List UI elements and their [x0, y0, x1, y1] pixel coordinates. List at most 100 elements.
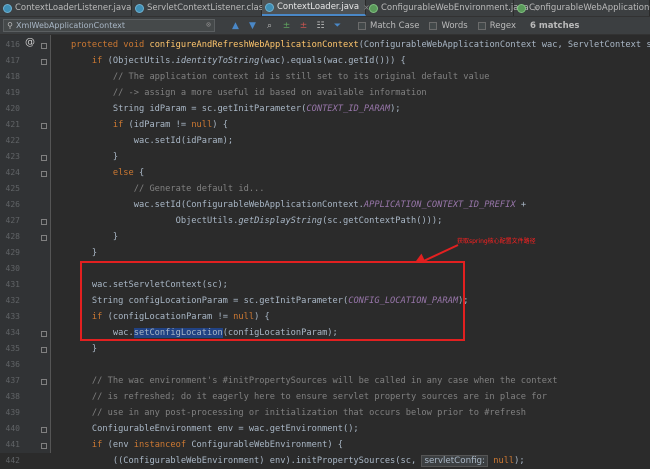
- match-count: 6 matches: [530, 20, 580, 31]
- words-option[interactable]: Words: [429, 20, 468, 31]
- fold-marker-icon[interactable]: [41, 43, 47, 49]
- class-icon: [265, 2, 274, 12]
- fold-marker-icon[interactable]: [41, 219, 47, 225]
- search-icon[interactable]: ⚲: [4, 21, 16, 30]
- line-number: 438: [5, 392, 20, 401]
- code-line-418: // The application context id is still s…: [71, 72, 490, 82]
- regex-option[interactable]: Regex: [477, 20, 516, 31]
- code-line-417: if (ObjectUtils.identityToString(wac).eq…: [71, 53, 406, 69]
- code-token: ObjectUtils.: [71, 216, 239, 226]
- fold-marker-icon[interactable]: [41, 379, 47, 385]
- tab-label: ContextLoader.java: [277, 2, 360, 12]
- previous-occurrence-icon[interactable]: ▲: [229, 19, 242, 32]
- code-token: );: [390, 104, 401, 114]
- code-token: (sc.getContextPath()));: [322, 216, 443, 226]
- line-gutter: 416 417 418 419 420 421 422 423 424 425 …: [0, 35, 50, 465]
- line-number: 433: [5, 312, 20, 321]
- tab-configurable-web-application-context[interactable]: ConfigurableWebApplicationCon: [514, 0, 650, 16]
- code-line-435: }: [71, 344, 98, 354]
- code-line-423: }: [71, 152, 119, 162]
- code-token: (env: [107, 440, 134, 450]
- line-number: 423: [5, 152, 20, 161]
- line-number: 430: [5, 264, 20, 273]
- select-all-occurrences-icon[interactable]: ☷: [314, 19, 327, 32]
- code-token: if: [71, 120, 129, 130]
- tab-context-loader-listener[interactable]: ContextLoaderListener.java ×: [0, 0, 142, 16]
- words-checkbox[interactable]: [429, 21, 438, 30]
- interface-icon: [517, 3, 526, 13]
- code-line-442: ((ConfigurableWebEnvironment) env).initP…: [71, 453, 525, 469]
- fold-marker-icon[interactable]: [41, 155, 47, 161]
- fold-marker-icon[interactable]: [41, 171, 47, 177]
- match-case-checkbox[interactable]: [358, 21, 366, 30]
- code-line-438: // is refreshed; do it eagerly here to e…: [71, 392, 547, 402]
- annotation-highlight-box: [80, 261, 465, 341]
- fold-marker-icon[interactable]: [41, 347, 47, 353]
- code-line-437: // The wac environment's #initPropertySo…: [71, 376, 558, 386]
- code-line-441: if (env instanceof ConfigurableWebEnviro…: [71, 437, 343, 453]
- fold-marker-icon[interactable]: [41, 123, 47, 129]
- next-occurrence-icon[interactable]: ▼: [246, 19, 259, 32]
- code-token: +: [515, 200, 527, 210]
- line-number: 427: [5, 216, 20, 225]
- code-editor[interactable]: protected void configureAndRefreshWebApp…: [55, 35, 650, 467]
- code-token: protected void: [71, 40, 150, 50]
- line-number: 435: [5, 344, 20, 353]
- interface-icon: [369, 3, 378, 13]
- line-number: 428: [5, 232, 20, 241]
- fold-marker-icon[interactable]: [41, 235, 47, 241]
- regex-label: Regex: [489, 20, 516, 31]
- code-token: );: [514, 456, 525, 466]
- code-token: (idParam !=: [128, 120, 192, 130]
- find-bar: ⚲ ⊗ ▲ ▼ ⌕ ± ± ☷ ⏷ Match Case Words Regex…: [0, 17, 650, 35]
- add-selection-icon[interactable]: ±: [280, 19, 293, 32]
- line-number: 421: [5, 120, 20, 129]
- tab-servlet-context-listener[interactable]: ServletContextListener.class ×: [132, 0, 278, 16]
- code-token: else: [71, 168, 139, 178]
- search-actions: ▲ ▼ ⌕ ± ± ☷ ⏷: [229, 19, 348, 32]
- gutter-separator: [50, 35, 51, 453]
- fold-marker-icon[interactable]: [41, 59, 47, 65]
- code-token: (ConfigurableWebApplicationContext wac, …: [358, 40, 650, 50]
- line-number: 439: [5, 408, 20, 417]
- remove-selection-icon[interactable]: ±: [297, 19, 310, 32]
- code-token: null: [488, 456, 515, 466]
- find-all-icon[interactable]: ⌕: [263, 19, 276, 32]
- fold-marker-icon[interactable]: [41, 427, 47, 433]
- line-number: 424: [5, 168, 20, 177]
- search-input[interactable]: [16, 21, 196, 30]
- code-token: APPLICATION_CONTEXT_ID_PREFIX: [363, 200, 516, 210]
- match-case-label: Match Case: [370, 20, 420, 31]
- class-icon: [135, 3, 144, 13]
- code-token: (ObjectUtils.: [107, 56, 176, 66]
- line-number: 434: [5, 328, 20, 337]
- code-line-426: wac.setId(ConfigurableWebApplicationCont…: [71, 197, 526, 213]
- tab-label: ServletContextListener.class: [147, 3, 268, 13]
- clear-icon[interactable]: ⊗: [206, 20, 211, 29]
- editor-tab-bar: ContextLoaderListener.java × ServletCont…: [0, 0, 650, 17]
- fold-marker-icon[interactable]: [41, 331, 47, 337]
- line-number: 416: [5, 40, 20, 49]
- line-number: 429: [5, 248, 20, 257]
- code-line-419: // -> assign a more useful id based on a…: [71, 88, 427, 98]
- tab-context-loader[interactable]: ContextLoader.java ×: [262, 0, 370, 16]
- match-case-option[interactable]: Match Case: [358, 21, 419, 31]
- line-number: 420: [5, 104, 20, 113]
- filter-icon[interactable]: ⏷: [331, 19, 344, 32]
- words-label: Words: [441, 20, 468, 31]
- class-icon: [3, 3, 12, 13]
- code-token: null: [191, 120, 213, 130]
- tab-label: ConfigurableWebApplicationCon: [529, 3, 650, 13]
- tab-configurable-web-environment[interactable]: ConfigurableWebEnvironment.java ×: [366, 0, 539, 16]
- code-line-428: }: [71, 232, 119, 242]
- override-annotation-icon[interactable]: @: [25, 37, 35, 48]
- line-number: 417: [5, 56, 20, 65]
- regex-checkbox[interactable]: [477, 21, 486, 30]
- line-number: 431: [5, 280, 20, 289]
- code-line-424: else {: [71, 165, 144, 181]
- code-line-429: }: [71, 248, 98, 258]
- parameter-hint: servletConfig:: [421, 455, 488, 467]
- fold-marker-icon[interactable]: [41, 443, 47, 449]
- code-token: getDisplayString: [238, 216, 323, 226]
- code-token: wac.setId(ConfigurableWebApplicationCont…: [71, 200, 364, 210]
